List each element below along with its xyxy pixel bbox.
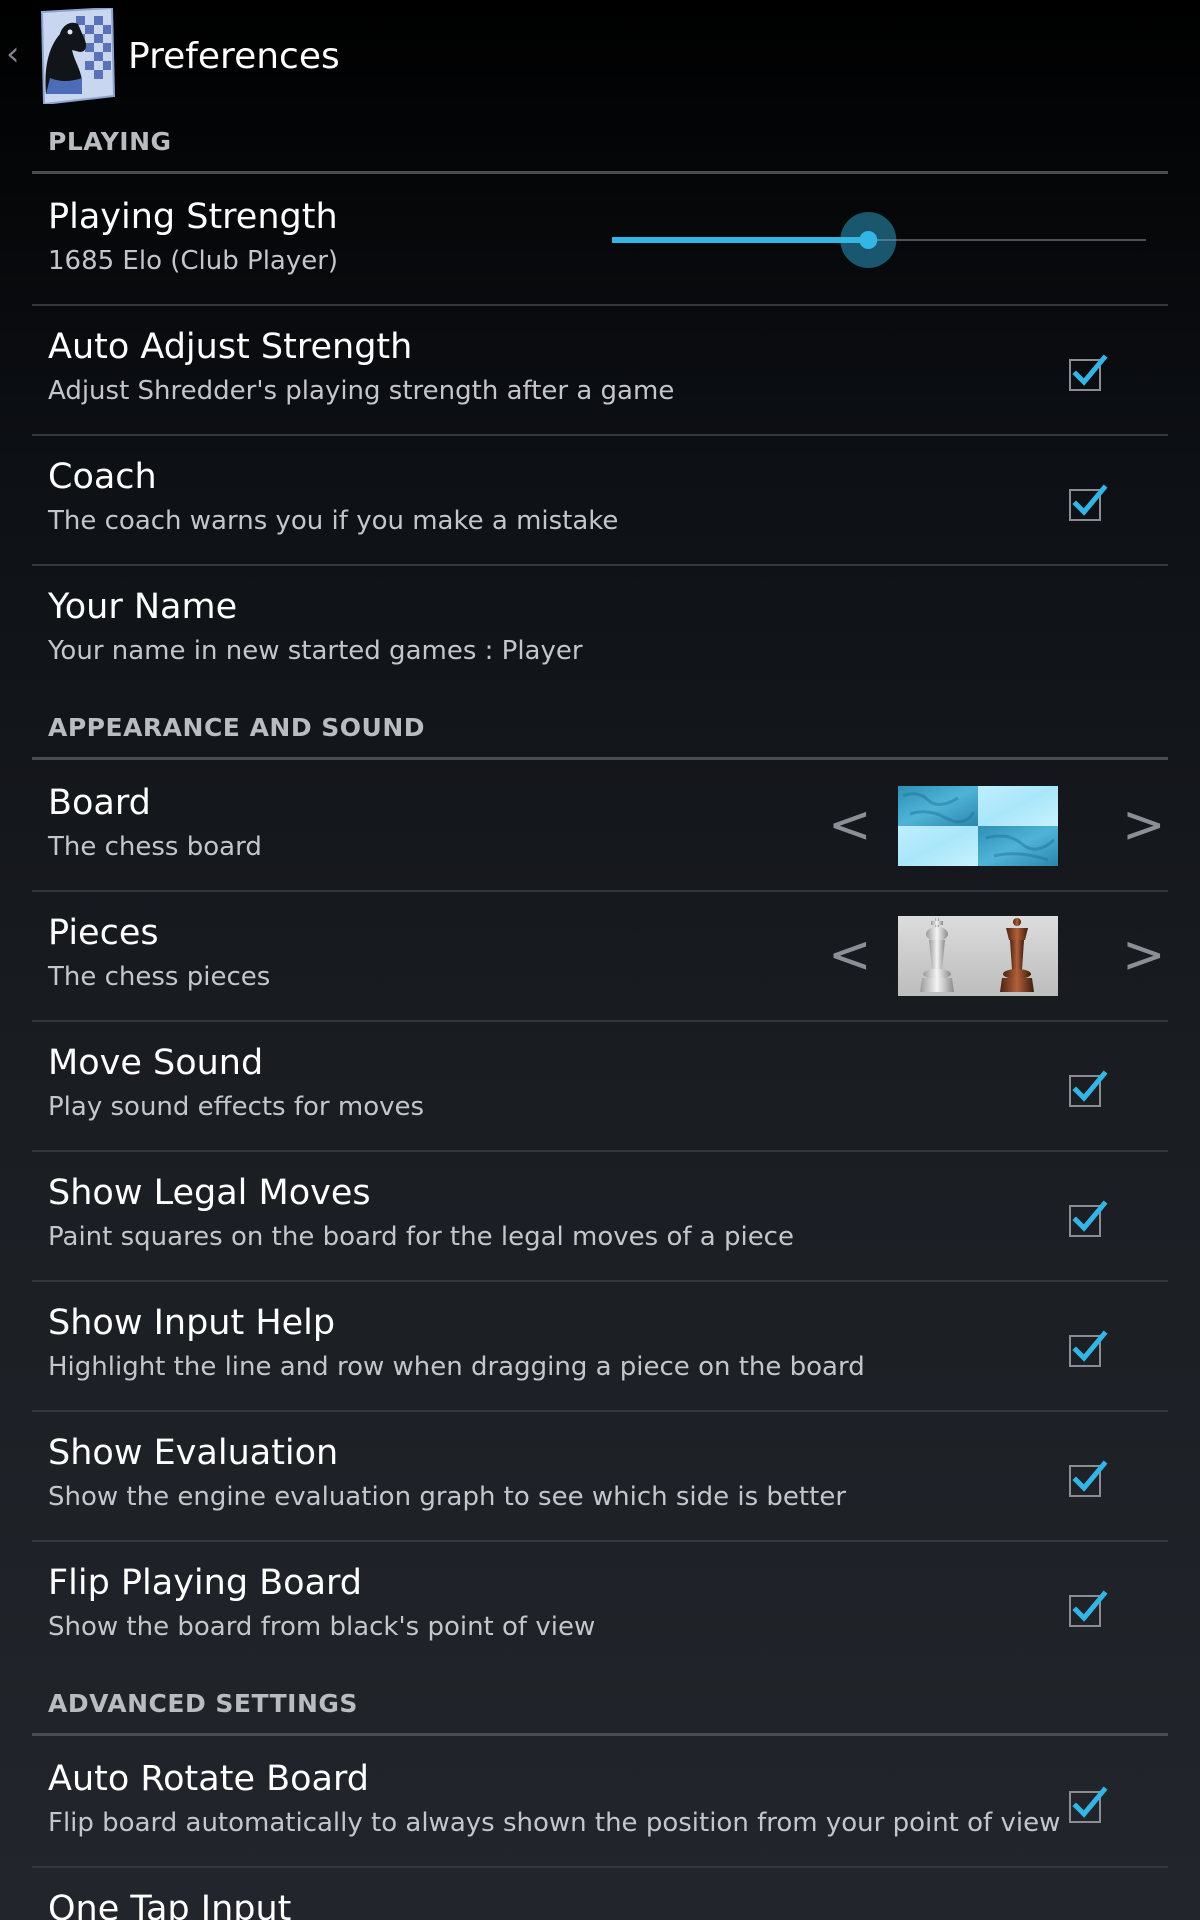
pref-pieces[interactable]: Pieces The chess pieces < > xyxy=(32,892,1168,1022)
pref-summary: Show the board from black's point of vie… xyxy=(48,1612,596,1642)
auto-adjust-checkbox[interactable] xyxy=(1068,354,1108,391)
section-divider xyxy=(32,171,1168,174)
pref-summary: Play sound effects for moves xyxy=(48,1092,425,1122)
pref-summary: The coach warns you if you make a mistak… xyxy=(48,506,619,536)
section-label: APPEARANCE AND SOUND xyxy=(48,713,426,742)
show-input-help-checkbox[interactable] xyxy=(1068,1330,1108,1367)
board-previous-button[interactable]: < xyxy=(828,790,872,860)
pref-your-name[interactable]: Your Name Your name in new started games… xyxy=(32,566,1168,694)
board-thumbnail xyxy=(898,786,1058,866)
pref-title: Show Evaluation xyxy=(48,1433,339,1473)
pref-board[interactable]: Board The chess board < > xyxy=(32,762,1168,892)
pref-move-sound[interactable]: Move Sound Play sound effects for moves xyxy=(32,1022,1168,1152)
pref-one-tap-input[interactable]: One Tap Input xyxy=(32,1868,1168,1920)
pref-title: Show Input Help xyxy=(48,1303,336,1343)
chevron-left-icon[interactable]: ‹ xyxy=(6,34,26,74)
pieces-previous-button[interactable]: < xyxy=(828,920,872,990)
page-title: Preferences xyxy=(128,36,340,77)
pref-summary: The chess pieces xyxy=(48,962,271,992)
pref-summary: Show the engine evaluation graph to see … xyxy=(48,1482,847,1512)
pref-summary: Flip board automatically to always shown… xyxy=(48,1808,1061,1838)
pref-title: Pieces xyxy=(48,913,159,953)
pref-coach[interactable]: Coach The coach warns you if you make a … xyxy=(32,436,1168,566)
chess-knight-app-icon[interactable] xyxy=(36,6,116,106)
section-divider xyxy=(32,1733,1168,1736)
pref-summary: Paint squares on the board for the legal… xyxy=(48,1222,794,1252)
pref-title: Flip Playing Board xyxy=(48,1563,363,1603)
section-label: ADVANCED SETTINGS xyxy=(48,1689,358,1718)
pref-title: Playing Strength xyxy=(48,197,338,237)
move-sound-checkbox[interactable] xyxy=(1068,1070,1108,1107)
section-label: PLAYING xyxy=(48,127,172,156)
coach-checkbox[interactable] xyxy=(1068,484,1108,521)
pref-summary: Your name in new started games : Player xyxy=(48,636,583,666)
strength-slider[interactable] xyxy=(580,208,1150,272)
pref-summary: Adjust Shredder's playing strength after… xyxy=(48,376,675,406)
pref-title: Move Sound xyxy=(48,1043,264,1083)
pref-show-evaluation[interactable]: Show Evaluation Show the engine evaluati… xyxy=(32,1412,1168,1542)
show-evaluation-checkbox[interactable] xyxy=(1068,1460,1108,1497)
board-next-button[interactable]: > xyxy=(1122,790,1166,860)
section-header-appearance: APPEARANCE AND SOUND xyxy=(32,710,1168,760)
pref-title: Coach xyxy=(48,457,157,497)
pref-summary: The chess board xyxy=(48,832,262,862)
pref-title: Your Name xyxy=(48,587,238,627)
pref-show-input-help[interactable]: Show Input Help Highlight the line and r… xyxy=(32,1282,1168,1412)
flip-board-checkbox[interactable] xyxy=(1068,1590,1108,1627)
pref-title: Show Legal Moves xyxy=(48,1173,371,1213)
section-divider xyxy=(32,757,1168,760)
pref-summary: Highlight the line and row when dragging… xyxy=(48,1352,865,1382)
section-header-playing: PLAYING xyxy=(32,124,1168,174)
pref-title: Auto Adjust Strength xyxy=(48,327,413,367)
pref-show-legal-moves[interactable]: Show Legal Moves Paint squares on the bo… xyxy=(32,1152,1168,1282)
pref-title: Auto Rotate Board xyxy=(48,1759,369,1799)
auto-rotate-checkbox[interactable] xyxy=(1068,1786,1108,1823)
pieces-next-button[interactable]: > xyxy=(1122,920,1166,990)
pref-title: One Tap Input xyxy=(48,1889,292,1920)
section-header-advanced: ADVANCED SETTINGS xyxy=(32,1686,1168,1736)
pref-auto-rotate-board[interactable]: Auto Rotate Board Flip board automatical… xyxy=(32,1738,1168,1868)
pref-auto-adjust-strength[interactable]: Auto Adjust Strength Adjust Shredder's p… xyxy=(32,306,1168,436)
pref-summary: 1685 Elo (Club Player) xyxy=(48,246,339,276)
show-legal-moves-checkbox[interactable] xyxy=(1068,1200,1108,1237)
action-bar: ‹ Preferences xyxy=(0,0,1200,114)
pref-title: Board xyxy=(48,783,151,823)
pref-playing-strength[interactable]: Playing Strength 1685 Elo (Club Player) xyxy=(32,176,1168,306)
pieces-thumbnail xyxy=(898,916,1058,996)
pref-flip-playing-board[interactable]: Flip Playing Board Show the board from b… xyxy=(32,1542,1168,1670)
